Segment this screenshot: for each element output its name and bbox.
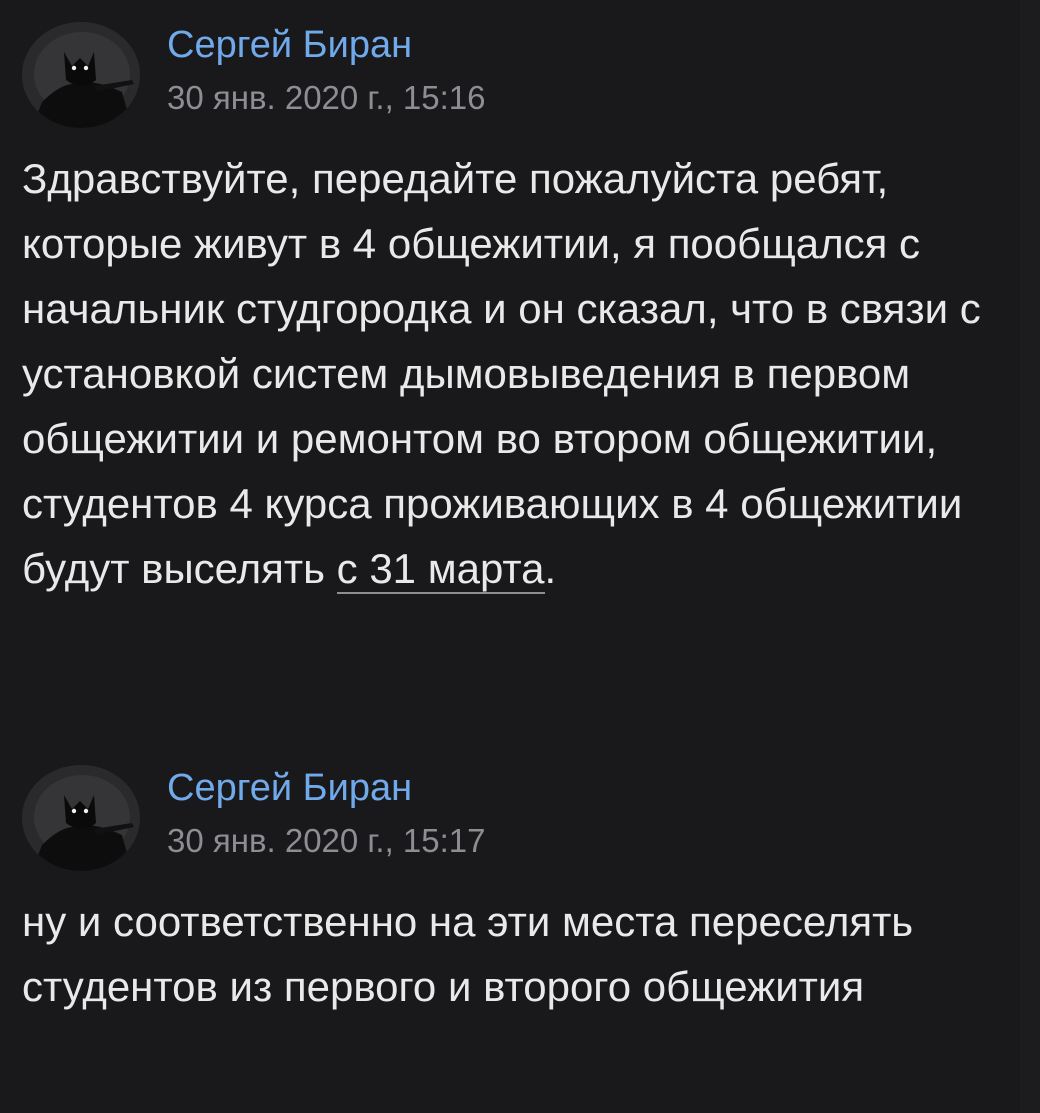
avatar-icon[interactable] — [22, 22, 140, 128]
message-header: Сергей Биран 30 янв. 2020 г., 15:16 — [22, 22, 1012, 128]
scroll-gutter[interactable] — [1020, 0, 1040, 1113]
avatar-image-icon — [22, 765, 140, 871]
message-text: ну и соответственно на эти места пересел… — [22, 898, 914, 1010]
message-text-part: Здравствуйте, передайте пожалуйста ребят… — [22, 155, 981, 592]
message-text-end: . — [544, 545, 557, 592]
message-1: Сергей Биран 30 янв. 2020 г., 15:16 Здра… — [22, 22, 1012, 601]
message-timestamp[interactable]: 30 янв. 2020 г., 15:16 — [167, 78, 486, 118]
date-link[interactable]: с 31 марта — [336, 545, 545, 594]
message-timestamp[interactable]: 30 янв. 2020 г., 15:17 — [167, 821, 486, 861]
author-name[interactable]: Сергей Биран — [167, 22, 412, 68]
author-name[interactable]: Сергей Биран — [167, 765, 412, 811]
message-header: Сергей Биран 30 янв. 2020 г., 15:17 — [22, 765, 1012, 871]
message-text: Здравствуйте, передайте пожалуйста ребят… — [22, 146, 997, 601]
message-2: Сергей Биран 30 янв. 2020 г., 15:17 ну и… — [22, 765, 1012, 1019]
message-feed: Сергей Биран 30 янв. 2020 г., 15:16 Здра… — [0, 0, 1020, 1113]
avatar-image-icon — [22, 22, 140, 128]
avatar-icon[interactable] — [22, 765, 140, 871]
